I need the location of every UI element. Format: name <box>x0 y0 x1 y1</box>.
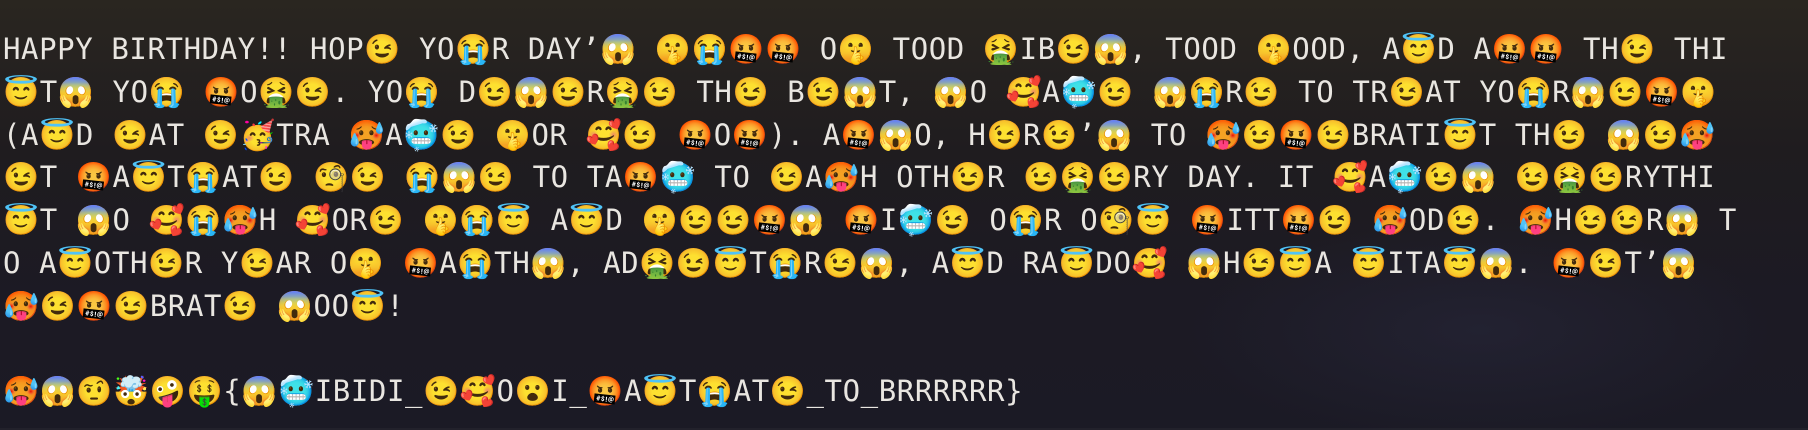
terminal-line: (A😇D 😉AT 😉🥳TRA 🥵A🥶😉 🤫OR 🥰😉 🤬O🤬). A🤬😱O, H… <box>3 117 1716 152</box>
terminal-window[interactable]: HAPPY BIRTHDAY!! HOP😉 YO😭R DAY’😱 🤫😭🤬🤬 O🤫… <box>0 0 1808 430</box>
terminal-line: 😇T 😱O 🥰😭🥵H 🥰OR😉 🤫😭😇 A😇D 🤫😉😉🤬😱 🤬I🥶😉 O😭R O… <box>3 203 1737 238</box>
terminal-line: 😉T 🤬A😇T😭AT😉 🧐😉 😭😱😉 TO TA🤬🥶 TO 😉A🥵H OTH😉R… <box>3 160 1716 195</box>
terminal-output: HAPPY BIRTHDAY!! HOP😉 YO😭R DAY’😱 🤫😭🤬🤬 O🤫… <box>3 28 1737 413</box>
flag-line: 🥵😱🤨🤯🤪🤑{😱🥶IBIDI_😉🥰O😮I_🤬A😇T😭AT😉_TO_BRRRRRR… <box>3 374 1024 409</box>
terminal-line: 🥵😉🤬😉BRAT😉 😱OO😇! <box>3 288 405 323</box>
terminal-line: HAPPY BIRTHDAY!! HOP😉 YO😭R DAY’😱 🤫😭🤬🤬 O🤫… <box>3 32 1729 66</box>
terminal-line: 😇T😱 YO😭 🤬O🤮😉. YO😭 D😉😱😉R🤮😉 TH😉 B😉😱T, 😱O 🥰… <box>3 74 1718 109</box>
terminal-line: O A😇OTH😉R Y😉AR O🤫 🤬A😭TH😱, AD🤮😉😇T😭R😉😱, A😇… <box>3 245 1698 280</box>
